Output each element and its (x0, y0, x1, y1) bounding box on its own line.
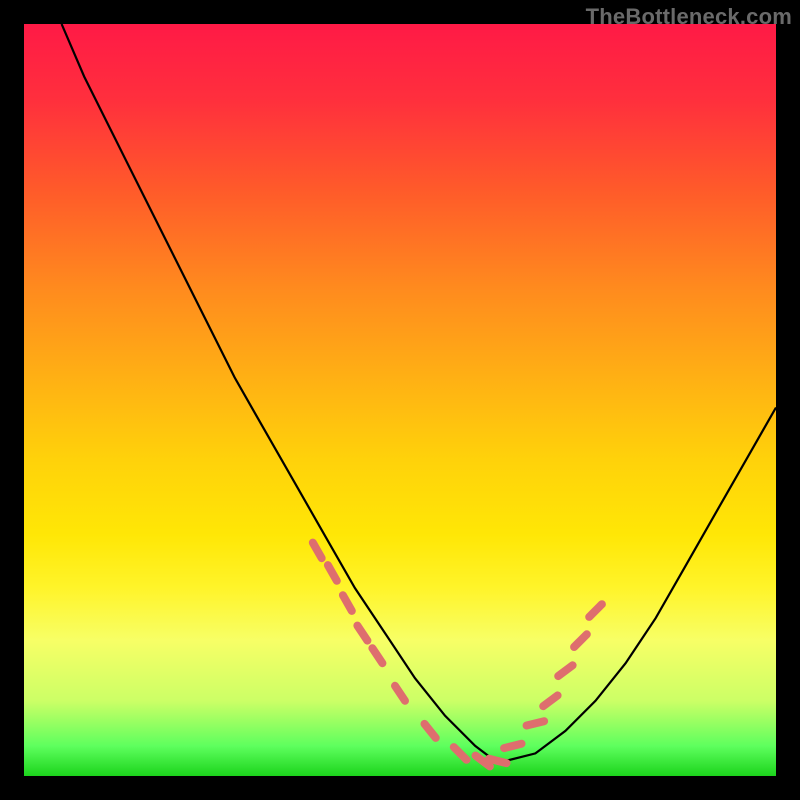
curve-layer (24, 24, 776, 776)
marker-dash (313, 543, 322, 559)
marker-dash (574, 634, 587, 647)
marker-dash (558, 665, 572, 676)
marker-dash (489, 759, 507, 763)
marker-dash (425, 724, 436, 738)
plot-area (24, 24, 776, 776)
chart-frame: TheBottleneck.com (0, 0, 800, 800)
bottleneck-curve (62, 24, 776, 761)
highlighted-markers (313, 543, 602, 767)
marker-dash (454, 747, 467, 760)
watermark-text: TheBottleneck.com (586, 4, 792, 30)
marker-dash (395, 686, 405, 701)
valley-curve-path (62, 24, 776, 761)
marker-dash (543, 695, 557, 706)
marker-dash (372, 648, 382, 663)
marker-dash (504, 744, 521, 748)
marker-dash (527, 721, 545, 725)
marker-dash (343, 595, 352, 611)
marker-dash (357, 626, 367, 641)
marker-dash (328, 565, 337, 581)
marker-dash (589, 604, 602, 617)
